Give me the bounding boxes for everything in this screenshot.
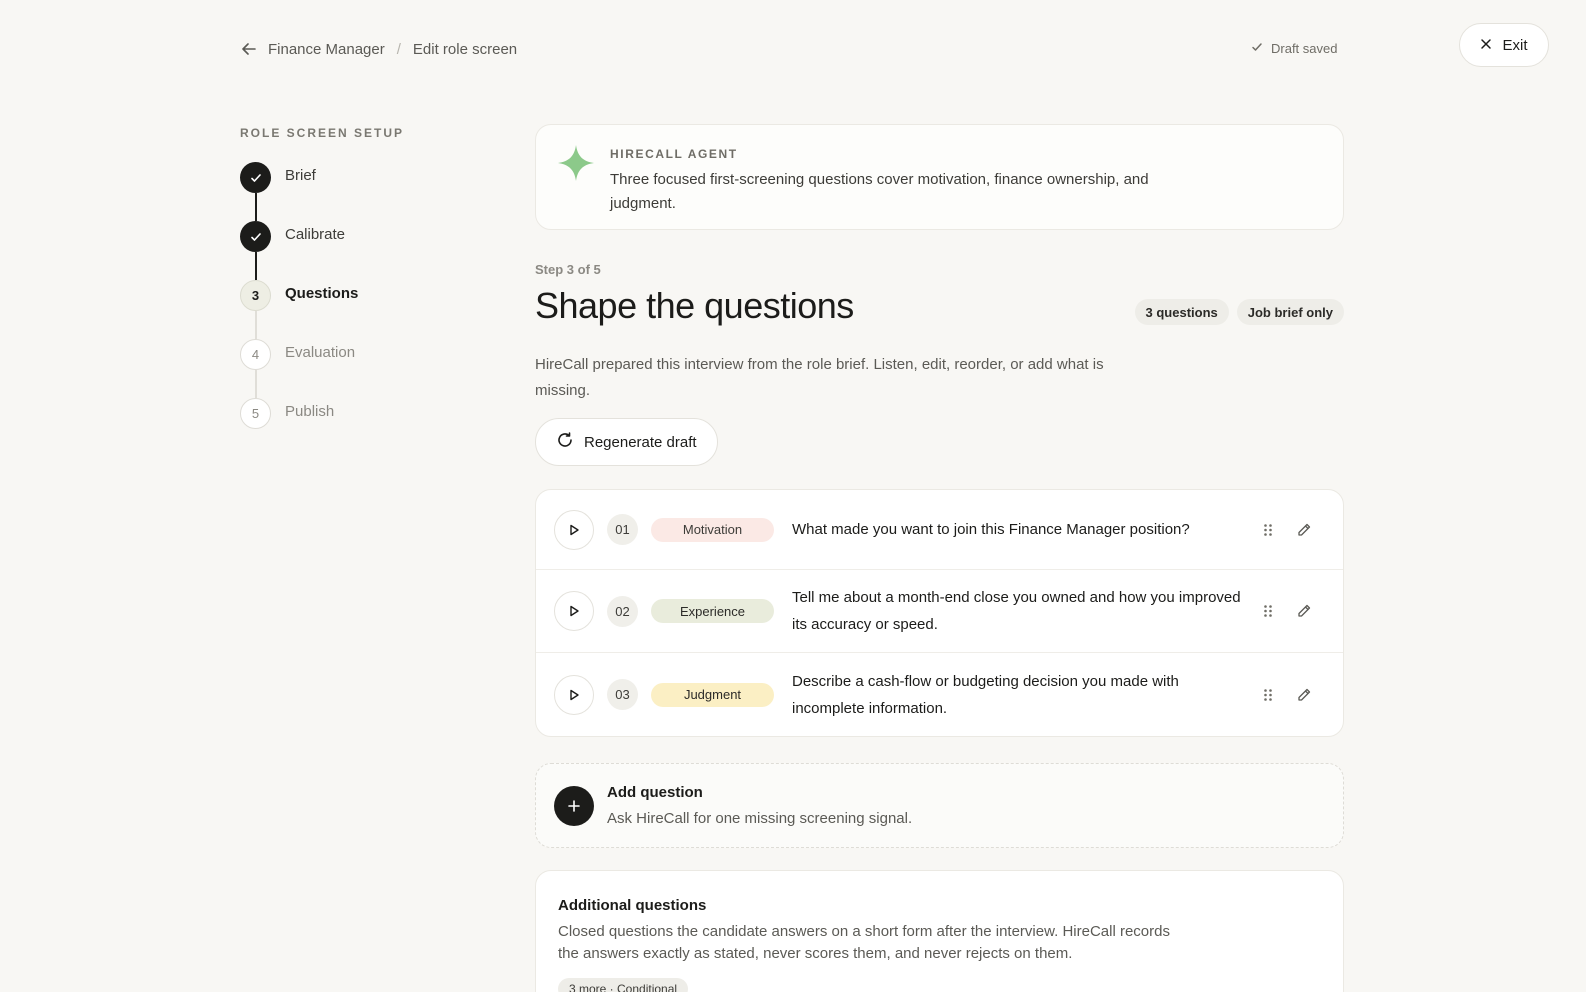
additional-questions-badge[interactable]: 3 more · Conditional — [558, 978, 689, 992]
check-icon — [1251, 41, 1263, 56]
category-tag: Motivation — [651, 517, 774, 542]
question-text: Tell me about a month-end close you owne… — [792, 589, 1241, 633]
question-count-badge: 3 questions — [1134, 299, 1229, 325]
pencil-icon[interactable] — [1293, 600, 1315, 622]
step-connector — [255, 252, 257, 280]
add-question-button[interactable]: Add question Ask HireCall for one missin… — [535, 763, 1344, 848]
agent-title: HIRECALL AGENT — [610, 147, 738, 161]
step-label: Questions — [285, 285, 359, 302]
drag-handle-icon[interactable] — [1259, 520, 1277, 540]
sparkle-icon — [556, 143, 596, 188]
step-number: 5 — [240, 398, 271, 429]
sidebar-section-label: ROLE SCREEN SETUP — [240, 126, 405, 140]
question-text: Describe a cash-flow or budgeting decisi… — [792, 672, 1179, 717]
category-tag: Experience — [651, 599, 774, 623]
play-icon[interactable] — [554, 509, 594, 550]
step-done-icon — [240, 162, 271, 193]
agent-message: Three focused first-screening questions … — [610, 171, 1149, 212]
play-icon[interactable] — [554, 674, 594, 715]
step-label: Calibrate — [285, 226, 346, 243]
step-indicator: Step 3 of 5 — [535, 262, 601, 277]
header-badges: 3 questions Job brief only — [1134, 299, 1344, 325]
intro-text: HireCall prepared this interview from th… — [535, 356, 1104, 399]
question-row: 03 Judgment Describe a cash-flow or budg… — [536, 653, 1343, 736]
add-question-subtitle: Ask HireCall for one missing screening s… — [607, 810, 913, 827]
step-done-icon — [240, 221, 271, 252]
step-number: 3 — [240, 280, 271, 311]
step-label: Brief — [285, 167, 316, 184]
drag-handle-icon[interactable] — [1259, 685, 1277, 705]
step-connector — [255, 193, 257, 221]
regenerate-label: Regenerate draft — [584, 433, 697, 451]
additional-questions-title: Additional questions — [558, 897, 707, 914]
question-list: 01 Motivation What made you want to join… — [535, 489, 1344, 737]
question-number: 03 — [607, 679, 638, 710]
play-icon[interactable] — [554, 591, 594, 631]
draft-saved-label: Draft saved — [1271, 41, 1338, 56]
step-brief[interactable]: Brief — [240, 162, 358, 221]
exit-button[interactable]: Exit — [1459, 23, 1549, 67]
arrow-left-icon[interactable] — [240, 40, 258, 58]
source-badge: Job brief only — [1236, 299, 1344, 325]
additional-questions-card: Additional questions Closed questions th… — [535, 870, 1344, 992]
plus-icon — [554, 786, 594, 826]
breadcrumb-parent-link[interactable]: Finance Manager — [268, 41, 385, 58]
question-text: What made you want to join this Finance … — [792, 521, 1190, 538]
step-calibrate[interactable]: Calibrate — [240, 221, 358, 280]
step-publish[interactable]: 5 Publish — [240, 398, 358, 457]
pencil-icon[interactable] — [1293, 684, 1315, 706]
breadcrumb: Finance Manager / Edit role screen — [240, 40, 517, 58]
step-connector — [255, 370, 257, 398]
add-question-title: Add question — [607, 784, 703, 801]
close-icon — [1480, 37, 1492, 54]
pencil-icon[interactable] — [1293, 519, 1315, 541]
exit-label: Exit — [1502, 36, 1528, 54]
breadcrumb-current: Edit role screen — [412, 40, 518, 58]
step-label: Publish — [285, 403, 335, 420]
page-title: Shape the questions — [535, 285, 854, 326]
draft-saved-status: Draft saved — [1251, 41, 1337, 56]
additional-questions-description: Closed questions the candidate answers o… — [558, 923, 1170, 962]
agent-card: HIRECALL AGENT Three focused first-scree… — [535, 124, 1344, 230]
drag-handle-icon[interactable] — [1259, 601, 1277, 621]
refresh-icon — [556, 431, 574, 453]
step-connector — [255, 311, 257, 339]
question-number: 02 — [607, 595, 638, 627]
category-tag: Judgment — [651, 682, 774, 707]
question-number: 01 — [607, 514, 638, 545]
regenerate-draft-button[interactable]: Regenerate draft — [535, 418, 718, 466]
step-evaluation[interactable]: 4 Evaluation — [240, 339, 358, 398]
question-row: 01 Motivation What made you want to join… — [536, 490, 1343, 570]
question-row: 02 Experience Tell me about a month-end … — [536, 570, 1343, 653]
step-label: Evaluation — [285, 344, 356, 361]
step-number: 4 — [240, 339, 271, 370]
step-questions[interactable]: 3 Questions — [240, 280, 358, 339]
breadcrumb-separator: / — [396, 40, 401, 58]
setup-stepper: Brief Calibrate 3 Questions 4 Evaluation… — [240, 162, 358, 457]
